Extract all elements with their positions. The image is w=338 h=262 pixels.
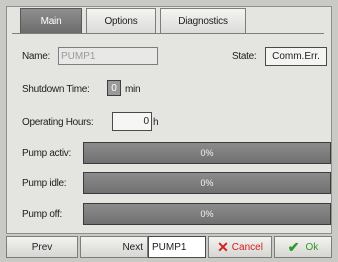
shutdown-time-label: Shutdown Time: [22,84,90,95]
tab-main[interactable]: Main [20,8,82,33]
next-button[interactable]: Next [80,236,148,258]
name-input[interactable]: PUMP1 [58,47,158,65]
pump-off-percent: 0% [200,209,214,219]
cancel-x-icon: ✕ [217,238,229,255]
operating-hours-field: 0 [112,112,152,131]
pump-idle-label: Pump idle: [22,178,67,189]
pump-off-label: Pump off: [22,209,62,220]
cancel-label: Cancel [231,241,263,253]
prev-button[interactable]: Prev [6,236,78,258]
state-label: State: [232,51,257,62]
operating-hours-unit: h [153,117,159,128]
tab-divider [12,33,324,34]
tab-diagnostics[interactable]: Diagnostics [160,8,246,33]
ok-button[interactable]: ✔ Ok [274,236,332,258]
shutdown-time-input[interactable]: 0 [107,80,121,96]
cancel-button[interactable]: ✕ Cancel [208,236,272,258]
state-field: Comm.Err. [265,47,327,66]
checkmark-icon: ✔ [287,238,300,255]
name-label: Name: [22,51,50,62]
pump-active-label: Pump activ: [22,148,71,159]
bottom-toolbar: Prev Next PUMP1 ✕ Cancel ✔ Ok [6,236,332,258]
operating-hours-label: Operating Hours: [22,117,94,128]
tab-options[interactable]: Options [86,8,156,33]
pump-active-percent: 0% [200,148,214,158]
pump-off-bar: 0% [83,203,331,225]
current-item-field[interactable]: PUMP1 [148,236,206,258]
ok-label: Ok [305,241,319,253]
pump-idle-bar: 0% [83,172,331,194]
shutdown-time-unit: min [125,84,141,95]
pump-active-bar: 0% [83,142,331,164]
pump-idle-percent: 0% [200,178,214,188]
